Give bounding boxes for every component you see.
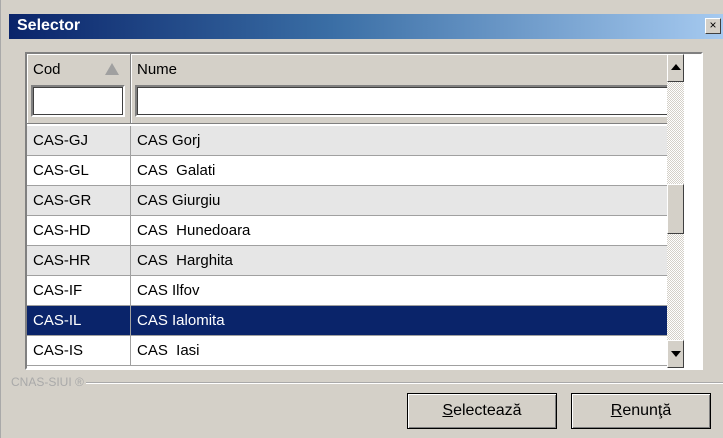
arrow-up-icon — [671, 64, 681, 70]
vertical-scrollbar[interactable] — [667, 54, 684, 368]
column-header-nume-label: Nume — [137, 61, 178, 78]
cell-cod: CAS-GR — [27, 186, 131, 215]
column-header-cod-label: Cod — [33, 61, 61, 78]
scroll-down-button[interactable] — [667, 340, 684, 368]
cell-nume: CAS Harghita — [137, 252, 233, 269]
table-row[interactable]: CAS-IF CAS Ilfov — [27, 276, 684, 306]
cell-nume: CAS Ialomita — [137, 312, 225, 329]
window-title: Selector — [17, 17, 81, 34]
cell-cod: CAS-GJ — [27, 126, 131, 155]
cell-cod: CAS-HD — [27, 216, 131, 245]
table-row[interactable]: CAS-HD CAS Hunedoara — [27, 216, 684, 246]
cell-cod: CAS-GL — [27, 156, 131, 185]
cell-nume: CAS Giurgiu — [137, 192, 221, 209]
selector-window: Selector × Cod Nume CAS-GJ CAS Gorj CAS-… — [0, 0, 723, 438]
cell-nume: CAS Ilfov — [137, 282, 200, 299]
column-header-nume[interactable]: Nume — [131, 54, 684, 124]
scroll-up-button[interactable] — [667, 54, 684, 82]
select-button-label: electează — [453, 402, 522, 419]
cell-cod: CAS-HR — [27, 246, 131, 275]
selector-grid: Cod Nume CAS-GJ CAS Gorj CAS-GL CAS Gala… — [25, 52, 703, 370]
scroll-thumb[interactable] — [667, 184, 684, 234]
select-button[interactable]: Selectează — [407, 393, 557, 429]
title-bar[interactable]: Selector × — [9, 14, 723, 39]
cell-nume: CAS Galati — [137, 162, 216, 179]
cell-nume: CAS Gorj — [137, 132, 201, 149]
select-button-mnemonic: S — [442, 402, 454, 419]
grid-rows: CAS-GJ CAS Gorj CAS-GL CAS Galati CAS-GR… — [27, 126, 684, 366]
cancel-button[interactable]: Renunţă — [571, 393, 711, 429]
cancel-button-label: enunţă — [622, 402, 672, 419]
table-row[interactable]: CAS-GJ CAS Gorj — [27, 126, 684, 156]
cell-cod: CAS-IL — [27, 306, 131, 335]
close-icon[interactable]: × — [705, 18, 721, 34]
table-row[interactable]: CAS-GR CAS Giurgiu — [27, 186, 684, 216]
column-header-cod[interactable]: Cod — [27, 54, 131, 124]
cell-nume: CAS Hunedoara — [137, 222, 251, 239]
cod-filter-input[interactable] — [31, 85, 125, 117]
table-row-selected[interactable]: CAS-IL CAS Ialomita — [27, 306, 684, 336]
nume-filter-input[interactable] — [135, 85, 681, 117]
arrow-down-icon — [671, 351, 681, 357]
cell-cod: CAS-IF — [27, 276, 131, 305]
grid-viewport: Cod Nume CAS-GJ CAS Gorj CAS-GL CAS Gala… — [27, 54, 684, 368]
sort-ascending-icon — [105, 63, 119, 75]
table-row[interactable]: CAS-IS CAS Iasi — [27, 336, 684, 366]
cell-cod: CAS-IS — [27, 336, 131, 365]
brand-label: CNAS-SIUI ® — [11, 375, 86, 389]
footer-divider — [11, 382, 723, 384]
cell-nume: CAS Iasi — [137, 342, 200, 359]
table-row[interactable]: CAS-HR CAS Harghita — [27, 246, 684, 276]
cancel-button-mnemonic: R — [610, 402, 623, 419]
table-row[interactable]: CAS-GL CAS Galati — [27, 156, 684, 186]
grid-header: Cod Nume — [27, 54, 684, 124]
